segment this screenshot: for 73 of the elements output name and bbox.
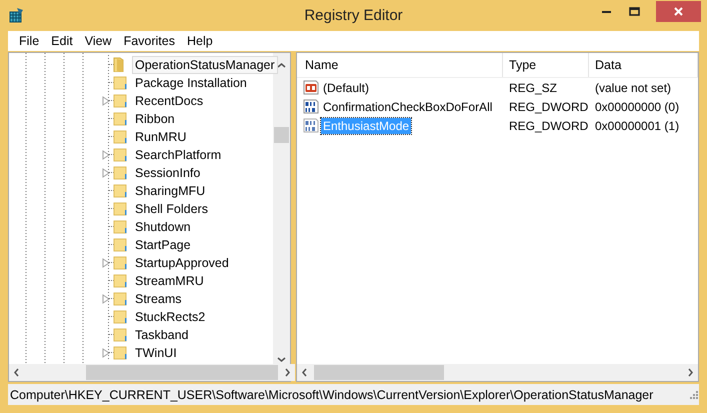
tree-item[interactable]: StartPage xyxy=(132,236,194,254)
tree-item[interactable]: Taskband xyxy=(132,326,192,344)
window-title: Registry Editor xyxy=(304,7,403,24)
expand-icon[interactable] xyxy=(102,348,110,358)
maximize-icon xyxy=(628,6,640,16)
column-header[interactable]: Name xyxy=(297,53,503,77)
tree-item[interactable]: RunMRU xyxy=(132,128,190,146)
folder-icon xyxy=(113,111,127,126)
folder-icon xyxy=(113,93,127,108)
tree-item[interactable]: RecentDocs xyxy=(132,92,206,110)
tree-item[interactable]: SessionInfo xyxy=(132,164,204,182)
binary-value-icon xyxy=(303,99,319,114)
expand-icon[interactable] xyxy=(102,150,110,160)
tree-item[interactable]: StuckRects2 xyxy=(132,308,208,326)
value-type: REG_DWORD xyxy=(508,100,589,114)
menu-item[interactable]: Help xyxy=(180,34,219,48)
column-header[interactable]: Data xyxy=(589,53,698,77)
app-icon xyxy=(8,6,26,24)
value-type: REG_SZ xyxy=(508,80,558,94)
close-icon xyxy=(674,6,683,16)
binary-value-icon xyxy=(303,118,319,133)
tree-item[interactable]: Streams xyxy=(132,290,185,308)
menu-item[interactable]: Favorites xyxy=(118,34,181,48)
value-data: 0x00000000 (0) xyxy=(594,100,680,114)
menu-item[interactable]: File xyxy=(13,34,46,48)
close-button[interactable] xyxy=(656,0,701,22)
folder-icon xyxy=(113,219,127,234)
value-name[interactable]: (Default) xyxy=(321,80,372,96)
scrollbar[interactable] xyxy=(9,364,295,381)
folder-icon xyxy=(113,309,127,324)
menu-item[interactable]: View xyxy=(78,34,118,48)
expand-icon[interactable] xyxy=(102,294,110,304)
scrollbar[interactable] xyxy=(297,364,698,381)
folder-icon xyxy=(113,291,127,306)
tree-item[interactable]: SearchPlatform xyxy=(132,146,224,164)
value-data: (value not set) xyxy=(594,80,672,94)
expand-icon[interactable] xyxy=(102,258,110,268)
tree-item[interactable]: OperationStatusManager xyxy=(132,56,278,74)
folder-icon xyxy=(113,201,127,216)
scrollbar[interactable] xyxy=(273,53,290,364)
tree-item[interactable]: Package Installation xyxy=(132,74,250,92)
folder-icon xyxy=(113,129,127,144)
expand-icon[interactable] xyxy=(102,96,110,106)
status-path: Computer\HKEY_CURRENT_USER\Software\Microsoft\Windows\CurrentVersion\Explorer\OperationStatusManager xyxy=(10,388,654,402)
folder-icon xyxy=(113,273,127,288)
value-type: REG_DWORD xyxy=(508,118,589,132)
tree-item[interactable]: StartupApproved xyxy=(132,254,232,272)
scrollbar-thumb[interactable] xyxy=(274,127,289,143)
scroll-up-icon[interactable] xyxy=(275,61,288,70)
expand-icon[interactable] xyxy=(102,168,110,178)
tree-item[interactable]: SharingMFU xyxy=(132,182,208,200)
tree-item[interactable]: Shell Folders xyxy=(132,200,211,218)
tree-item[interactable]: Ribbon xyxy=(132,110,178,128)
tree-item[interactable]: StreamMRU xyxy=(132,272,207,290)
folder-icon xyxy=(113,165,127,180)
folder-icon xyxy=(113,255,127,270)
tree-item[interactable]: TWinUI xyxy=(132,344,180,362)
folder-icon xyxy=(113,147,127,162)
folder-icon xyxy=(113,75,127,90)
folder-icon xyxy=(113,327,127,342)
value-data: 0x00000001 (1) xyxy=(594,118,680,132)
string-value-icon xyxy=(303,80,319,95)
column-header[interactable]: Type xyxy=(503,53,589,77)
resize-grip-icon[interactable] xyxy=(689,390,699,400)
menu-item[interactable]: Edit xyxy=(45,34,79,48)
value-name[interactable]: ConfirmationCheckBoxDoForAll xyxy=(321,98,494,114)
scrollbar-thumb[interactable] xyxy=(86,365,278,380)
folder-icon xyxy=(113,345,127,360)
scroll-down-icon[interactable] xyxy=(275,355,288,364)
tree-item[interactable]: Shutdown xyxy=(132,218,194,236)
folder-icon xyxy=(113,183,127,198)
scrollbar-thumb[interactable] xyxy=(314,365,444,380)
folder-icon xyxy=(113,237,127,252)
